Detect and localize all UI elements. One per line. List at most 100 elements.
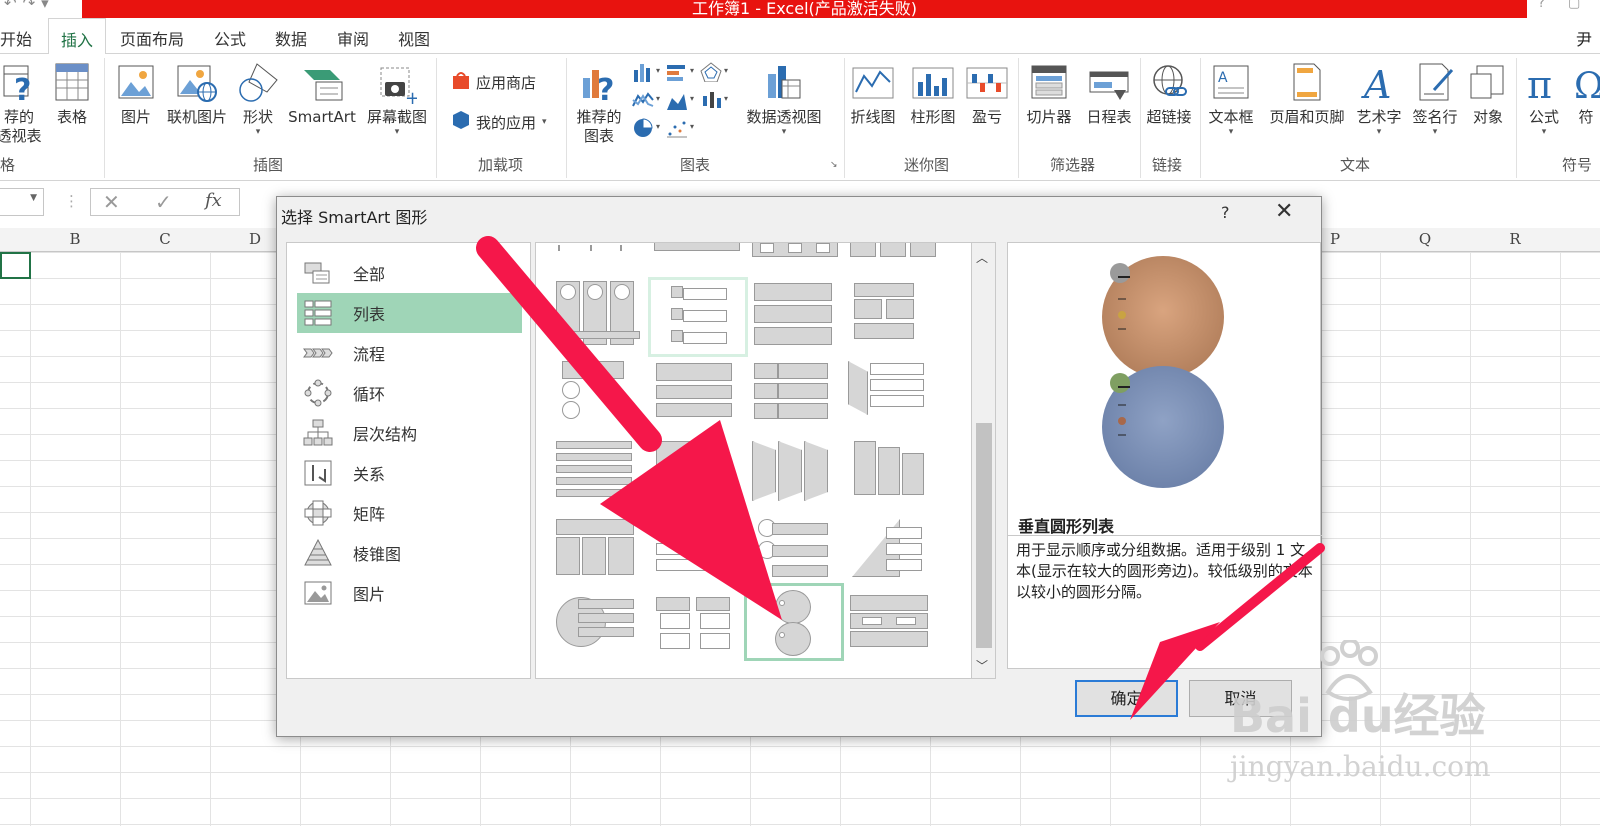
chevron-down-icon[interactable]: ▾ (656, 122, 660, 131)
shapes-button[interactable]: 形状 ▾ (236, 62, 280, 137)
layout-thumbnail[interactable] (748, 517, 844, 593)
screenshot-button[interactable]: + 屏幕截图 ▾ (362, 62, 432, 137)
online-pictures-button[interactable]: 联机图片 (162, 62, 232, 127)
layout-thumbnail[interactable] (846, 517, 942, 593)
category-picture[interactable]: 图片 (297, 573, 522, 613)
active-cell[interactable] (0, 252, 31, 279)
layout-thumbnail[interactable] (748, 243, 844, 259)
signature-line-button[interactable]: 签名行 ▾ (1406, 62, 1464, 137)
undo-icon[interactable]: ↶ (4, 0, 23, 12)
layout-thumbnail[interactable] (554, 439, 650, 515)
tab-insert[interactable]: 插入 (48, 18, 107, 55)
chevron-down-icon[interactable]: ▾ (656, 94, 660, 103)
name-box[interactable]: ▼ (0, 188, 44, 216)
smartart-button[interactable]: SmartArt (284, 62, 360, 127)
chevron-down-icon[interactable]: ▾ (656, 66, 660, 75)
layout-thumbnail[interactable] (748, 439, 844, 515)
chevron-down-icon[interactable]: ▾ (690, 66, 694, 75)
category-list-item[interactable]: 列表 (297, 293, 522, 333)
slicer-button[interactable]: 切片器 (1022, 62, 1076, 127)
column-header-q[interactable]: Q (1380, 230, 1470, 248)
enter-formula-icon[interactable]: ✓ (155, 190, 172, 214)
tab-page-layout[interactable]: 页面布局 (120, 26, 184, 50)
layout-thumbnail[interactable] (650, 439, 746, 515)
chevron-down-icon[interactable]: ▾ (690, 94, 694, 103)
recommended-pivottable-button[interactable]: ? 荐的 透视表 (0, 62, 44, 146)
layout-thumbnail[interactable] (554, 279, 650, 355)
chevron-down-icon[interactable]: ▾ (690, 122, 694, 131)
scrollbar-thumb[interactable] (976, 423, 992, 648)
equation-button[interactable]: π 公式 ▾ (1522, 62, 1566, 137)
app-store-button[interactable]: 应用商店 (452, 70, 536, 94)
layout-thumbnail[interactable] (554, 595, 650, 671)
column-header-c[interactable]: C (120, 230, 210, 248)
category-hierarchy[interactable]: 层次结构 (297, 413, 522, 453)
vertical-circle-list-thumbnail[interactable] (744, 583, 844, 661)
stock-chart-icon[interactable] (700, 90, 722, 110)
table-button[interactable]: 表格 (50, 62, 94, 127)
sparkline-column-button[interactable]: 柱形图 (906, 62, 960, 127)
user-name[interactable]: 尹 (1576, 26, 1592, 50)
layout-thumbnail[interactable] (554, 359, 650, 435)
layout-thumbnail[interactable] (748, 359, 844, 435)
object-button[interactable]: 对象 (1466, 62, 1510, 127)
picture-button[interactable]: 图片 (112, 62, 160, 127)
ok-button[interactable]: 确定 (1075, 680, 1178, 717)
sparkline-line-button[interactable]: 折线图 (848, 62, 898, 127)
category-process[interactable]: 流程 (297, 333, 522, 373)
layout-thumbnail[interactable] (846, 439, 942, 515)
layout-thumbnail[interactable] (650, 593, 746, 669)
layout-thumbnail[interactable] (554, 243, 650, 259)
layout-thumbnail[interactable] (846, 279, 942, 355)
gallery-scrollbar[interactable]: ︿ ﹀ (972, 242, 996, 679)
column-chart-icon[interactable] (632, 62, 654, 82)
layout-thumbnail[interactable] (750, 279, 846, 355)
category-cycle[interactable]: 循环 (297, 373, 522, 413)
help-button[interactable]: ? (1221, 203, 1230, 222)
category-all[interactable]: 全部 (297, 253, 522, 293)
my-apps-button[interactable]: 我的应用 ▾ (452, 110, 547, 134)
close-icon[interactable]: ✕ (1275, 199, 1293, 224)
column-header-r[interactable]: R (1470, 230, 1560, 248)
layout-thumbnail[interactable] (650, 243, 746, 259)
textbox-button[interactable]: A 文本框 ▾ (1204, 62, 1258, 137)
ribbon-display-options-icon[interactable]: ▢ (1568, 0, 1580, 11)
layout-thumbnail[interactable] (648, 277, 748, 357)
wordart-button[interactable]: A 艺术字 ▾ (1354, 62, 1404, 137)
category-pyramid[interactable]: 棱锥图 (297, 533, 522, 573)
tab-view[interactable]: 视图 (398, 26, 430, 50)
radar-chart-icon[interactable] (700, 62, 722, 82)
layout-thumbnail[interactable] (650, 359, 746, 435)
insert-function-icon[interactable]: fx (205, 190, 222, 211)
layout-thumbnail[interactable] (846, 359, 942, 435)
layout-thumbnail[interactable] (846, 243, 942, 259)
scroll-down-icon[interactable]: ﹀ (976, 657, 988, 674)
column-header-b[interactable]: B (30, 230, 120, 248)
timeline-button[interactable]: 日程表 (1080, 62, 1138, 127)
pivotchart-button[interactable]: 数据透视图 ▾ (740, 62, 828, 137)
recommended-charts-button[interactable]: ? 推荐的 图表 (568, 62, 630, 146)
tab-data[interactable]: 数据 (275, 26, 307, 50)
chevron-down-icon[interactable]: ▼ (30, 193, 37, 203)
line-chart-icon[interactable] (632, 90, 654, 110)
tab-formulas[interactable]: 公式 (214, 26, 246, 50)
category-relationship[interactable]: 关系 (297, 453, 522, 493)
hyperlink-button[interactable]: 超链接 (1142, 62, 1196, 127)
pie-chart-icon[interactable] (632, 118, 654, 138)
layout-thumbnail[interactable] (650, 517, 746, 593)
dialog-launcher-icon[interactable]: ↘ (830, 160, 838, 170)
symbol-button[interactable]: Ω 符 (1572, 62, 1600, 127)
chevron-down-icon[interactable]: ▾ (724, 94, 728, 103)
help-icon[interactable]: ? (1538, 0, 1545, 11)
scroll-up-icon[interactable]: ︿ (976, 249, 988, 266)
cancel-formula-icon[interactable]: ✕ (103, 190, 120, 214)
scatter-chart-icon[interactable] (666, 118, 688, 138)
customize-qat-icon[interactable]: ▾ (41, 0, 55, 12)
area-chart-icon[interactable] (666, 90, 688, 110)
quick-access-toolbar[interactable]: ↶↷▾ (4, 0, 55, 12)
drag-handle-icon[interactable]: ⋮ (64, 192, 79, 210)
chevron-down-icon[interactable]: ▾ (724, 66, 728, 75)
header-footer-button[interactable]: 页眉和页脚 (1262, 62, 1352, 127)
layout-thumbnail[interactable] (846, 593, 942, 669)
tab-review[interactable]: 审阅 (337, 26, 369, 50)
